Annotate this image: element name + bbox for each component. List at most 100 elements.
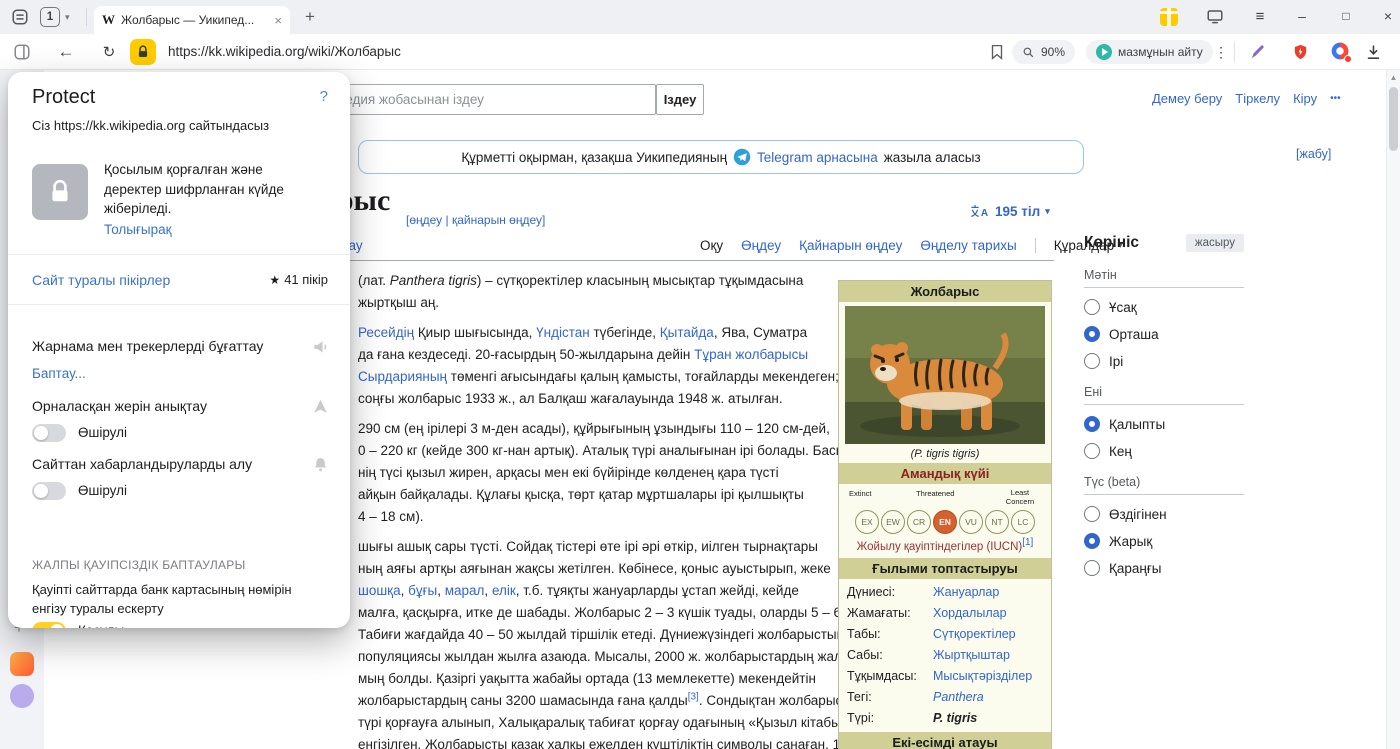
page-scrollbar[interactable]: ▲	[1386, 70, 1400, 749]
window-minimize-icon[interactable]: –	[1292, 6, 1312, 26]
radio-selected-icon[interactable]	[1084, 416, 1100, 432]
language-selector[interactable]: A 195 тіл ▾	[970, 204, 1050, 219]
sidebar-service-purple-icon[interactable]	[10, 684, 34, 708]
search-input[interactable]	[300, 84, 656, 115]
search-button[interactable]: Іздеу	[656, 84, 704, 115]
status-code: VU	[959, 510, 983, 535]
login-link[interactable]: Кіру	[1293, 91, 1317, 106]
sidebar-service-orange-icon[interactable]	[10, 652, 34, 676]
radio-icon[interactable]	[1084, 353, 1100, 369]
telegram-icon	[733, 148, 751, 166]
gift-icon[interactable]	[1160, 8, 1178, 26]
connection-secure-text: Қосылым қорғалған және деректер шифрланғ…	[104, 162, 284, 216]
infobox-title: Жолбарыс	[839, 281, 1051, 302]
appearance-panel: Көрініс жасыру Мәтін Ұсақ Орташа Ірі Ені…	[1084, 234, 1244, 576]
tab-edit[interactable]: Өңдеу	[741, 238, 781, 253]
status-link[interactable]: Жойылу қауіптіндегілер (IUCN)	[857, 541, 1023, 553]
toggle-on-icon[interactable]	[32, 622, 66, 628]
tab-read[interactable]: Оқу	[700, 238, 723, 253]
more-options-icon[interactable]: ⋮	[1212, 41, 1230, 63]
radio-color-auto[interactable]: Өздігінен	[1084, 506, 1244, 522]
browser-logo-icon[interactable]	[1330, 41, 1352, 63]
radio-color-light[interactable]: Жарық	[1084, 533, 1244, 549]
radio-color-dark[interactable]: Қараңғы	[1084, 560, 1244, 576]
browser-menu-icon[interactable]: ≡	[1250, 6, 1270, 26]
tab-counter-value: 1	[40, 7, 60, 27]
back-icon[interactable]: ←	[54, 40, 78, 64]
telegram-link[interactable]: Telegram арнасына	[757, 150, 878, 165]
adblock-setup-link[interactable]: Баптау...	[32, 366, 86, 381]
browser-window: 1 ▾ W Жолбарыс — Уикипед... × + ≡ – □ × …	[0, 0, 1400, 749]
chevron-down-icon: ▾	[65, 11, 70, 22]
tab-close-icon[interactable]: ×	[274, 13, 282, 28]
tab-counter[interactable]: 1 ▾	[40, 7, 70, 27]
banner-close-link[interactable]: [жабу]	[1296, 147, 1331, 161]
table-row: Дүниесі: Жануарлар	[847, 585, 1000, 600]
svg-text:A: A	[981, 208, 988, 219]
reviews-count[interactable]: ★ 41 пікір	[269, 272, 328, 287]
table-row: Тұқымдасы: Мысықтәрізділер	[847, 669, 1033, 684]
radio-text-large[interactable]: Ірі	[1084, 353, 1244, 369]
hide-appearance-button[interactable]: жасыру	[1185, 234, 1244, 252]
more-dots-icon[interactable]: •••	[1330, 93, 1341, 104]
radio-text-standard[interactable]: Орташа	[1084, 326, 1244, 342]
toggle-off-icon[interactable]	[32, 482, 66, 500]
details-link[interactable]: Толығырақ	[104, 222, 172, 237]
register-link[interactable]: Тіркелу	[1235, 91, 1280, 106]
window-close-icon[interactable]: ×	[1378, 6, 1398, 26]
radio-width-standard[interactable]: Қалыпты	[1084, 416, 1244, 432]
help-icon[interactable]: ?	[320, 88, 328, 105]
toggle-off-icon[interactable]	[32, 424, 66, 442]
window-maximize-icon[interactable]: □	[1336, 6, 1356, 26]
banner-text: Құрметті оқырман, қазақша Уикипедияның	[461, 149, 728, 165]
tab-title: Жолбарыс — Уикипед...	[121, 13, 255, 27]
zoom-control[interactable]: 90%	[1012, 40, 1076, 64]
lock-icon[interactable]	[130, 39, 156, 65]
status-code-selected: EN	[933, 510, 957, 535]
radio-icon[interactable]	[1084, 560, 1100, 576]
site-reviews-link[interactable]: Сайт туралы пікірлер	[32, 272, 170, 288]
screen-cast-icon[interactable]	[1204, 6, 1226, 28]
conservation-status: Extinct Threatened Least Concern EX EW C…	[839, 484, 1051, 553]
radio-selected-icon[interactable]	[1084, 326, 1100, 342]
table-row: Табы: Сүтқоректілер	[847, 627, 1016, 642]
title-edit-links[interactable]: [өңдеу | қайнарын өңдеу]	[406, 213, 545, 227]
download-icon[interactable]	[1362, 41, 1384, 63]
radio-text-small[interactable]: Ұсақ	[1084, 299, 1244, 315]
panels-icon[interactable]	[10, 7, 30, 27]
donate-link[interactable]: Демеу беру	[1152, 91, 1222, 106]
radio-width-wide[interactable]: Кең	[1084, 443, 1244, 459]
divider	[8, 254, 350, 255]
radio-icon[interactable]	[1084, 443, 1100, 459]
status-code: CR	[907, 510, 931, 535]
new-tab-button[interactable]: +	[298, 5, 322, 29]
reference-link[interactable]: [1]	[1022, 537, 1033, 548]
tiger-photo[interactable]	[839, 302, 1051, 448]
scroll-up-icon[interactable]: ▲	[1387, 73, 1400, 82]
scrollbar-thumb[interactable]	[1389, 87, 1398, 151]
reload-icon[interactable]: ↻	[98, 41, 120, 63]
status-code: EW	[881, 510, 905, 535]
tab-history[interactable]: Өңделу тарихы	[920, 238, 1016, 253]
address-url[interactable]: https://kk.wikipedia.org/wiki/Жолбарыс	[168, 44, 401, 59]
taxonomy-header: Ғылыми топтастыруы	[839, 558, 1051, 580]
sidebar-toggle-icon[interactable]	[12, 42, 32, 62]
article-tabs: Оқу Өңдеу Қайнарын өңдеу Өңделу тарихы Қ…	[700, 238, 1123, 253]
customize-brush-icon[interactable]	[1246, 41, 1268, 63]
browser-tab[interactable]: W Жолбарыс — Уикипед... ×	[94, 6, 290, 34]
bookmark-flag-icon[interactable]	[986, 41, 1008, 63]
extension-shield-icon[interactable]	[1288, 40, 1312, 64]
tab-edit-source[interactable]: Қайнарын өңдеу	[799, 238, 902, 253]
status-code: LC	[1011, 510, 1035, 535]
table-row: Жамағаты: Хордалылар	[847, 606, 1007, 621]
radio-icon[interactable]	[1084, 506, 1100, 522]
read-aloud-button[interactable]: мазмұнын айту	[1086, 40, 1213, 64]
divider	[1034, 238, 1036, 253]
radio-selected-icon[interactable]	[1084, 533, 1100, 549]
table-row: Түрі: P. tigris	[847, 711, 978, 726]
radio-icon[interactable]	[1084, 299, 1100, 315]
adblock-label: Жарнама мен трекерлерді бұғаттау	[32, 338, 264, 354]
divider	[1234, 42, 1235, 62]
paragraph: (лат. Panthera tigris) – сүтқоректілер к…	[358, 273, 804, 310]
status-code: NT	[985, 510, 1009, 535]
